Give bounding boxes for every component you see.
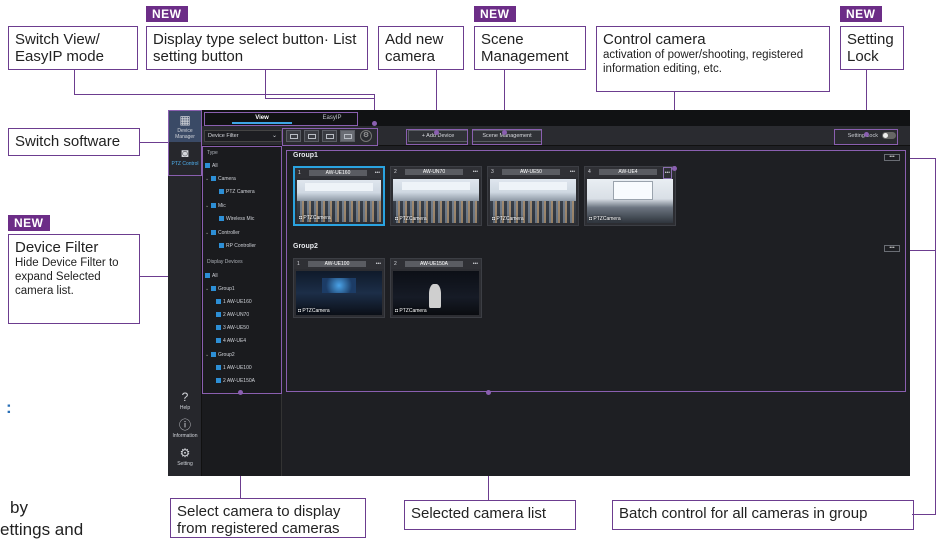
callout-batch-control-text: Batch control for all cameras in group (619, 505, 868, 522)
leader-line (74, 70, 75, 94)
callout-switch-software-text: Switch software (15, 133, 121, 150)
leader-line (912, 514, 936, 515)
callout-control-camera: Control camera activation of power/shoot… (596, 26, 830, 92)
leader-dot (502, 130, 507, 135)
highlight-scene (472, 129, 542, 145)
callout-add-camera-text: Add new camera (385, 31, 444, 65)
callout-device-filter-title: Device Filter (15, 239, 99, 256)
stray-settings: ettings and (0, 520, 84, 539)
callout-selected-list: Selected camera list (404, 500, 576, 530)
callout-control-camera-sub: activation of power/shooting, registered… (603, 49, 804, 75)
help-icon: ? (181, 390, 189, 404)
leader-line (906, 158, 936, 159)
callout-scene-management: Scene Management (474, 26, 586, 70)
leader-dot (672, 166, 677, 171)
rail-help-label: Help (179, 405, 191, 411)
chevron-down-icon: ⌄ (271, 133, 277, 139)
gear-icon: ⚙ (179, 446, 191, 460)
rail-setting[interactable]: ⚙ Setting (168, 446, 202, 472)
leader-line (265, 70, 266, 98)
highlight-filter-panel (202, 146, 282, 394)
callout-select-camera: Select camera to display from registered… (170, 498, 366, 538)
callout-select-camera-text: Select camera to display from registered… (177, 503, 341, 537)
info-icon: ⓘ (178, 418, 191, 432)
rail-information[interactable]: ⓘ Information (168, 418, 202, 442)
callout-switch-view: Switch View/ EasyIP mode (8, 26, 138, 70)
stray-by: by (10, 498, 28, 517)
callout-selected-list-text: Selected camera list (411, 505, 547, 522)
callout-switch-software: Switch software (8, 128, 140, 156)
highlight-camera-list (286, 150, 906, 392)
callout-batch-control: Batch control for all cameras in group (612, 500, 914, 530)
highlight-rail (168, 110, 202, 176)
rail-information-label: Information (172, 433, 198, 439)
highlight-tabs (204, 112, 358, 126)
callout-display-type-text: Display type select button· List setting… (153, 31, 357, 65)
callout-switch-view-text: Switch View/ EasyIP mode (15, 31, 104, 65)
device-filter-select[interactable]: Device Filter ⌄ (204, 130, 282, 142)
callout-control-camera-title: Control camera (603, 31, 706, 48)
new-tag-setting-lock: NEW (840, 6, 882, 22)
rail-setting-label: Setting (177, 461, 193, 467)
callout-device-filter: Device Filter Hide Device Filter to expa… (8, 234, 140, 324)
callout-add-camera: Add new camera (378, 26, 464, 70)
callout-display-type: Display type select button· List setting… (146, 26, 368, 70)
leader-dot (864, 132, 869, 137)
device-filter-label: Device Filter (208, 133, 239, 139)
new-tag-display-type: NEW (146, 6, 188, 22)
rail-help[interactable]: ? Help (168, 390, 202, 414)
callout-setting-lock: Setting Lock (840, 26, 904, 70)
leader-dot (238, 390, 243, 395)
leader-line (74, 94, 374, 95)
highlight-view-buttons (282, 128, 378, 146)
leader-dot (486, 390, 491, 395)
leader-line (140, 142, 168, 143)
new-tag-scene: NEW (474, 6, 516, 22)
callout-scene-management-text: Scene Management (481, 31, 569, 65)
leader-dot (434, 130, 439, 135)
new-tag-device-filter: NEW (8, 215, 50, 231)
leader-line (906, 250, 936, 251)
leader-dot (372, 121, 377, 126)
leader-line (265, 98, 375, 99)
callout-setting-lock-text: Setting Lock (847, 31, 894, 65)
stray-colon: : (6, 398, 12, 417)
callout-device-filter-sub: Hide Device Filter to expand Selected ca… (15, 257, 119, 297)
